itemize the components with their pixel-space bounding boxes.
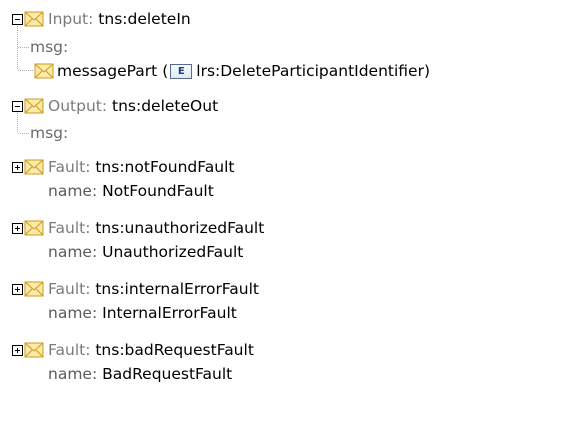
fault-value: tns:unauthorizedFault xyxy=(95,219,265,237)
input-value: tns:deleteIn xyxy=(98,10,191,28)
fault-label: Fault: xyxy=(48,280,91,298)
message-part-name: messagePart xyxy=(57,62,158,80)
output-value: tns:deleteOut xyxy=(112,97,219,115)
collapse-input-toggle[interactable] xyxy=(12,14,23,25)
input-msg-label: msg: xyxy=(30,38,69,56)
fault-name-value: InternalErrorFault xyxy=(102,304,237,322)
expand-fault-toggle[interactable] xyxy=(12,284,23,295)
envelope-icon xyxy=(24,280,44,298)
tree-line xyxy=(17,26,18,70)
open-paren: ( xyxy=(162,62,169,80)
wsdl-operation-tree: Input: tns:deleteIn msg: messagePart ( E… xyxy=(0,0,577,444)
message-part-type: lrs:DeleteParticipantIdentifier xyxy=(196,62,424,80)
envelope-icon xyxy=(24,341,44,359)
fault-label: Fault: xyxy=(48,158,91,176)
expand-fault-toggle[interactable] xyxy=(12,345,23,356)
output-msg-label: msg: xyxy=(30,124,69,142)
envelope-icon xyxy=(34,62,54,80)
fault-value: tns:badRequestFault xyxy=(95,341,254,359)
fault-name-row: name: NotFoundFault xyxy=(48,176,214,206)
expand-fault-toggle[interactable] xyxy=(12,162,23,173)
fault-name-label: name: xyxy=(48,304,98,322)
tree-line xyxy=(17,113,18,133)
fault-label: Fault: xyxy=(48,341,91,359)
fault-name-label: name: xyxy=(48,243,98,261)
fault-value: tns:internalErrorFault xyxy=(95,280,260,298)
fault-name-label: name: xyxy=(48,365,98,383)
envelope-icon xyxy=(24,219,44,237)
fault-name-value: UnauthorizedFault xyxy=(102,243,244,261)
expand-fault-toggle[interactable] xyxy=(12,223,23,234)
envelope-icon xyxy=(24,10,44,28)
fault-name-row: name: BadRequestFault xyxy=(48,359,232,389)
fault-label: Fault: xyxy=(48,219,91,237)
tree-line xyxy=(18,47,29,48)
fault-name-value: NotFoundFault xyxy=(102,182,214,200)
fault-name-value: BadRequestFault xyxy=(102,365,233,383)
output-label: Output: xyxy=(48,97,108,115)
collapse-output-toggle[interactable] xyxy=(12,101,23,112)
fault-name-row: name: InternalErrorFault xyxy=(48,298,237,328)
message-part-row[interactable]: messagePart ( E lrs:DeleteParticipantIde… xyxy=(57,56,430,86)
output-row[interactable]: Output: tns:deleteOut xyxy=(48,91,218,121)
input-label: Input: xyxy=(48,10,94,28)
close-paren: ) xyxy=(423,62,431,80)
input-row[interactable]: Input: tns:deleteIn xyxy=(48,4,191,34)
output-msg-row: msg: xyxy=(30,118,68,148)
tree-line xyxy=(18,70,34,71)
tree-line xyxy=(18,133,29,134)
fault-name-row: name: UnauthorizedFault xyxy=(48,237,243,267)
fault-value: tns:notFoundFault xyxy=(95,158,235,176)
envelope-icon xyxy=(24,97,44,115)
fault-name-label: name: xyxy=(48,182,98,200)
envelope-icon xyxy=(24,158,44,176)
element-badge-icon: E xyxy=(170,63,193,79)
